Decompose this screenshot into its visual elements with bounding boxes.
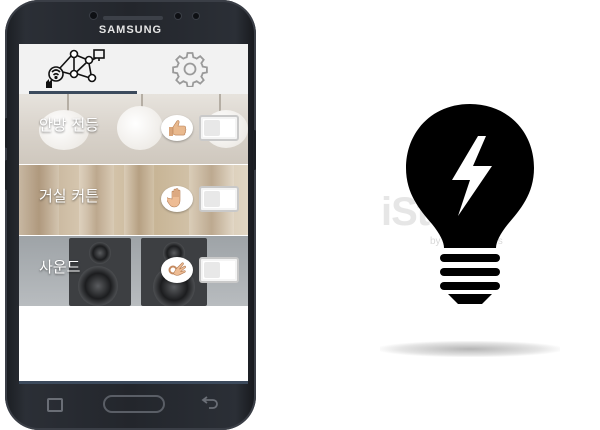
earpiece bbox=[103, 16, 163, 20]
phone-frame: SAMSUNG 안방 전등 거실 커튼 사운드 bbox=[5, 0, 256, 430]
device-label: 사운드 bbox=[39, 258, 81, 276]
bulb-shadow bbox=[380, 341, 560, 357]
device-toggle[interactable] bbox=[199, 186, 239, 212]
back-key[interactable] bbox=[201, 395, 219, 411]
device-toggle[interactable] bbox=[199, 257, 239, 283]
volume-down-button bbox=[5, 160, 8, 190]
device-row-bedroom-light[interactable]: 안방 전등 bbox=[19, 94, 248, 164]
tab-network[interactable] bbox=[19, 44, 133, 94]
sensor bbox=[193, 13, 199, 19]
toggle-knob bbox=[204, 191, 220, 207]
device-label: 안방 전등 bbox=[39, 116, 99, 134]
network-diagram-icon bbox=[46, 49, 105, 88]
brand-logo: SAMSUNG bbox=[98, 24, 163, 36]
home-button[interactable] bbox=[103, 395, 165, 413]
lightbulb-icon bbox=[406, 104, 534, 304]
toggle-knob bbox=[204, 120, 220, 136]
device-toggle[interactable] bbox=[199, 115, 239, 141]
speaker-cone bbox=[89, 242, 111, 264]
volume-up-button bbox=[5, 118, 8, 148]
tab-settings[interactable] bbox=[133, 44, 247, 94]
back-arrow-icon bbox=[201, 396, 218, 409]
lamp-bg bbox=[117, 106, 163, 150]
lamp-cord bbox=[219, 94, 221, 112]
speaker-cone bbox=[78, 266, 118, 306]
toggle-knob bbox=[204, 262, 220, 278]
sensor bbox=[175, 13, 181, 19]
power-button bbox=[253, 130, 256, 170]
tab-bar bbox=[19, 44, 248, 94]
front-camera bbox=[90, 12, 97, 19]
device-row-sound[interactable]: 사운드 bbox=[19, 236, 248, 306]
bottom-accent-line bbox=[19, 381, 248, 384]
app-screen: 안방 전등 거실 커튼 사운드 bbox=[19, 44, 248, 384]
device-label: 거실 커튼 bbox=[39, 187, 99, 205]
open-palm-hand-icon bbox=[161, 186, 193, 212]
recent-apps-key[interactable] bbox=[47, 398, 63, 412]
ok-hand-icon bbox=[161, 257, 193, 283]
device-row-living-curtain[interactable]: 거실 커튼 bbox=[19, 165, 248, 235]
row-divider bbox=[19, 306, 248, 307]
curtain-bg bbox=[124, 165, 154, 235]
thumbs-up-hand-icon bbox=[161, 115, 193, 141]
gear-icon bbox=[172, 52, 208, 87]
